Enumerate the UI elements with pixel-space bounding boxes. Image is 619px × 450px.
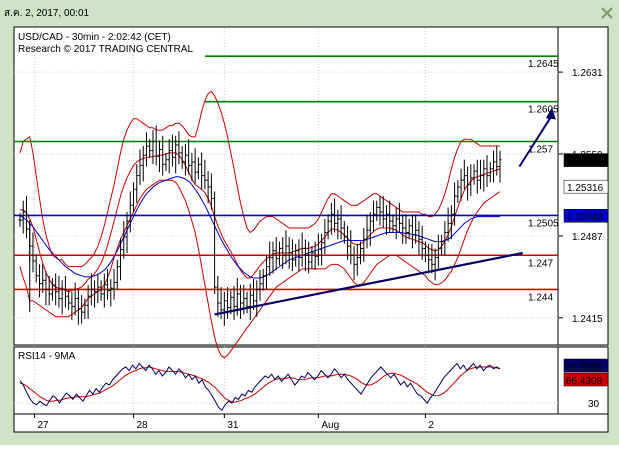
- rsi-title: RSI14 - 9MA: [18, 351, 76, 362]
- time-axis: [13, 413, 609, 433]
- time-tick-label: 2: [428, 420, 434, 431]
- chart-canvas: ส.ค. 2, 2017, 00:01 30 1.26451.26051.257…: [0, 0, 619, 445]
- chart-window: ส.ค. 2, 2017, 00:01 30 1.2645 1.2605 1.257…: [0, 0, 619, 445]
- level-label: 1.247: [528, 258, 553, 269]
- time-tick-label: 27: [37, 420, 49, 431]
- chart-title: USD/CAD - 30min - 2:02:42 (CET): [18, 32, 171, 43]
- rsi-panel: [13, 346, 559, 415]
- time-tick-label: Aug: [321, 420, 339, 431]
- rsi-tick-label: 30: [588, 399, 600, 410]
- price-tick-label: 1.2415: [572, 314, 603, 325]
- time-tick-label: 31: [227, 420, 239, 431]
- price-tick-label: 1.2631: [572, 68, 603, 79]
- rsi-ma-badge-label: 66.4308: [566, 376, 603, 387]
- level-label: 1.244: [528, 292, 553, 303]
- rsi-value-badge-label: 67.8582: [566, 362, 603, 373]
- level-label: 1.2605: [528, 105, 559, 116]
- chart-copyright: Research © 2017 TRADING CENTRAL: [18, 44, 193, 55]
- header-timestamp: ส.ค. 2, 2017, 00:01: [4, 8, 90, 19]
- level-label: 1.2645: [528, 59, 559, 70]
- time-tick-label: 28: [137, 420, 149, 431]
- bollinger-mid-badge-label: 1.25316: [567, 183, 604, 194]
- price-tick-label: 1.2487: [572, 232, 603, 243]
- ma-value-badge-label: 1.25043: [567, 212, 604, 223]
- price-panel: [13, 26, 559, 346]
- current-price-badge-label: 1.25532: [567, 157, 604, 168]
- level-label: 1.2505: [528, 218, 559, 229]
